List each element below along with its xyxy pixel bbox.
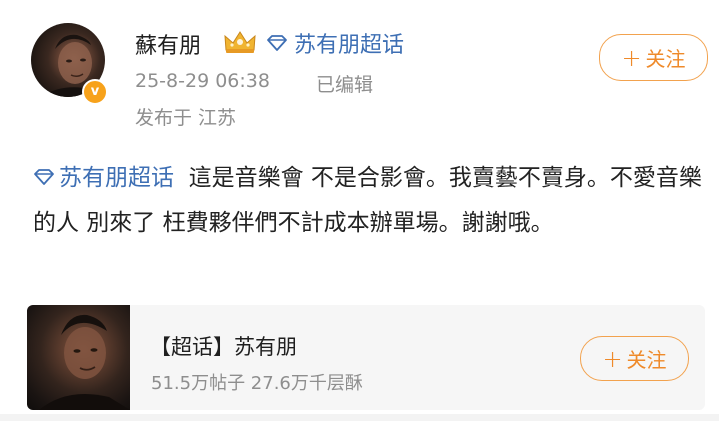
supertopic-body-label: 苏有朋超话 bbox=[59, 165, 174, 191]
divider bbox=[0, 414, 719, 421]
diamond-icon bbox=[34, 169, 54, 185]
follow-button[interactable]: + 关注 bbox=[599, 34, 708, 81]
diamond-icon bbox=[267, 35, 287, 51]
supertopic-card-stats: 51.5万帖子 27.6万千层酥 bbox=[151, 373, 363, 394]
supertopic-card[interactable]: 【超话】苏有朋 51.5万帖子 27.6万千层酥 + 关注 bbox=[27, 305, 705, 410]
plus-icon: + bbox=[602, 344, 623, 373]
author-name[interactable]: 蘇有朋 bbox=[135, 28, 201, 60]
thumbnail-portrait bbox=[39, 314, 130, 410]
verified-badge-icon: v bbox=[82, 79, 108, 105]
post-timestamp: 25-8-29 06:38 bbox=[135, 70, 270, 92]
follow-button-label: 关注 bbox=[645, 47, 686, 71]
supertopic-link-header[interactable]: 苏有朋超话 bbox=[266, 28, 404, 58]
supertopic-link-body[interactable]: 苏有朋超话 bbox=[33, 165, 174, 191]
supertopic-follow-label: 关注 bbox=[626, 348, 667, 372]
supertopic-follow-button[interactable]: + 关注 bbox=[580, 336, 689, 381]
post-location: 发布于 江苏 bbox=[135, 107, 237, 129]
supertopic-card-title: 【超话】苏有朋 bbox=[150, 335, 297, 359]
supertopic-thumbnail bbox=[27, 305, 130, 410]
edited-label[interactable]: 已编辑 bbox=[316, 70, 373, 97]
post-body: 苏有朋超话 這是音樂會 不是合影會。我賣藝不賣身。不愛音樂的人 別來了 枉費夥伴… bbox=[33, 156, 705, 246]
plus-icon: + bbox=[621, 43, 642, 72]
supertopic-name: 苏有朋超话 bbox=[294, 33, 405, 58]
crown-icon[interactable] bbox=[222, 28, 258, 56]
